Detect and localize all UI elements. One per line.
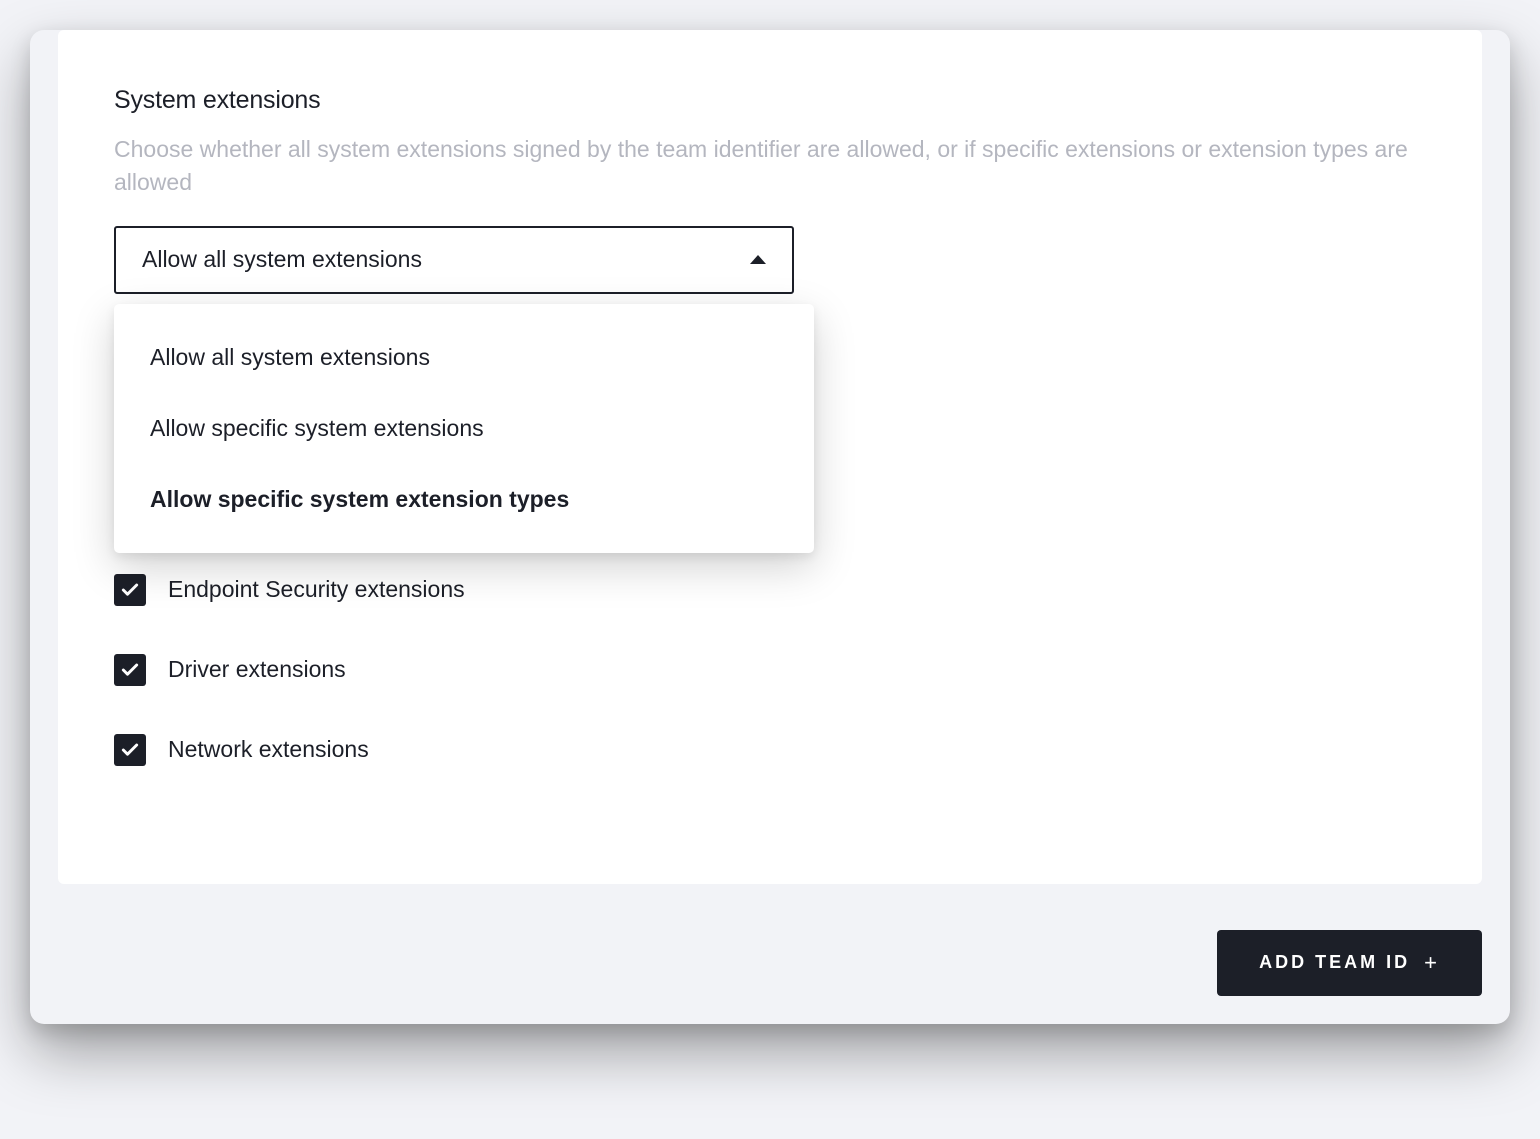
checkbox-label: Network extensions [168,736,369,763]
select-option-allow-specific-types[interactable]: Allow specific system extension types [114,464,814,535]
check-icon [120,580,140,600]
checkbox-driver[interactable] [114,654,146,686]
checkbox-label: Endpoint Security extensions [168,576,465,603]
checkbox-label: Driver extensions [168,656,346,683]
system-extensions-card: System extensions Choose whether all sys… [58,30,1482,884]
checkbox-network[interactable] [114,734,146,766]
select-control[interactable]: Allow all system extensions [114,226,794,294]
checkbox-row-endpoint-security: Endpoint Security extensions [114,574,1426,606]
extension-allow-mode-select: Allow all system extensions Allow all sy… [114,226,794,294]
checkbox-row-driver: Driver extensions [114,654,1426,686]
checkbox-row-network: Network extensions [114,734,1426,766]
check-icon [120,740,140,760]
select-option-allow-specific[interactable]: Allow specific system extensions [114,393,814,464]
add-team-id-button[interactable]: ADD TEAM ID + [1217,930,1482,996]
checkbox-endpoint-security[interactable] [114,574,146,606]
add-button-label: ADD TEAM ID [1259,952,1410,973]
select-value: Allow all system extensions [142,246,422,273]
select-option-allow-all[interactable]: Allow all system extensions [114,322,814,393]
settings-panel: System extensions Choose whether all sys… [30,30,1510,1024]
section-description: Choose whether all system extensions sig… [114,133,1426,200]
select-dropdown: Allow all system extensions Allow specif… [114,304,814,553]
plus-icon: + [1424,952,1440,974]
panel-footer: ADD TEAM ID + [30,912,1510,1024]
section-title: System extensions [114,86,1426,115]
extension-type-checkboxes: Endpoint Security extensions Driver exte… [114,574,1426,766]
caret-up-icon [750,255,766,264]
check-icon [120,660,140,680]
